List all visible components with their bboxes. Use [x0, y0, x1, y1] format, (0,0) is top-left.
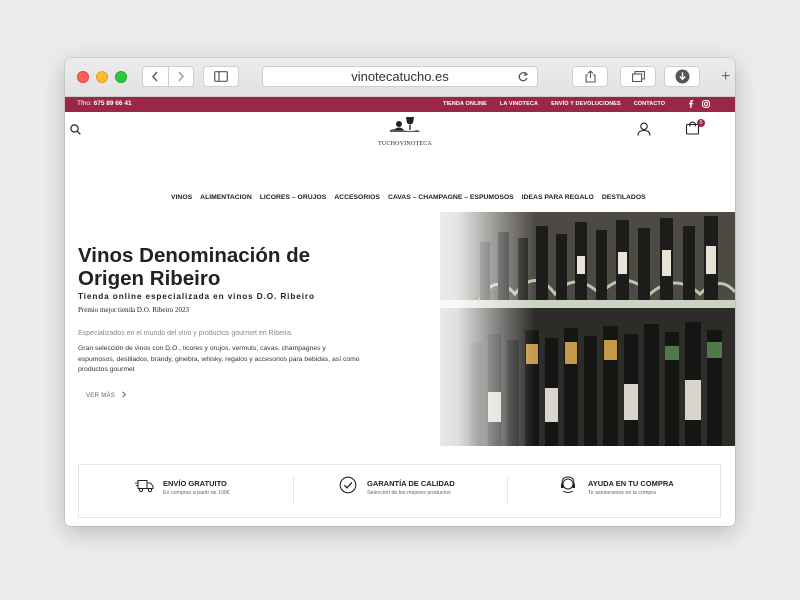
top-link-tienda-online[interactable]: TIENDA ONLINE — [443, 101, 487, 107]
wine-glass-logo-icon — [390, 117, 420, 132]
downloads-button[interactable] — [664, 66, 700, 87]
facebook-icon[interactable] — [688, 100, 694, 108]
new-tab-button[interactable]: + — [721, 68, 730, 86]
menu-item-alimentacion[interactable]: ALIMENTACION — [200, 194, 252, 201]
site-logo[interactable]: TUCHOVINOTECA — [375, 116, 435, 147]
top-info-bar: Tfno: 675 89 66 41 TIENDA ONLINE LA VINO… — [65, 97, 735, 112]
phone-info: Tfno: 675 89 66 41 — [77, 100, 132, 107]
address-bar[interactable]: vinotecatucho.es — [262, 66, 538, 87]
menu-item-licores-orujos[interactable]: LICORES – ORUJOS — [260, 194, 326, 201]
share-button[interactable] — [572, 66, 608, 87]
browser-window: vinotecatucho.es + Tfno: 675 89 66 41 TI… — [65, 58, 735, 526]
site-header: TUCHOVINOTECA 0 — [65, 112, 735, 158]
social-links — [688, 100, 710, 108]
feature-subtitle: Te asesoramos en la compra — [588, 490, 657, 496]
sidebar-toggle-button[interactable] — [203, 66, 239, 87]
support-headset-icon — [561, 476, 575, 493]
feature-subtitle: Selección de los mejores productos — [367, 490, 451, 496]
feature-subtitle: En compras a partir de 100€ — [163, 490, 230, 496]
feature-title: AYUDA EN TU COMPRA — [588, 479, 674, 488]
search-icon[interactable] — [70, 124, 81, 135]
back-button[interactable] — [143, 67, 168, 86]
browser-toolbar: vinotecatucho.es + — [65, 58, 735, 97]
menu-item-cavas[interactable]: CAVAS – CHAMPAGNE – ESPUMOSOS — [388, 194, 514, 201]
hero-description: Gran selección de vinos con D.O., licore… — [78, 345, 360, 373]
tabs-icon — [631, 71, 645, 82]
phone-number[interactable]: 675 89 66 41 — [94, 100, 132, 107]
download-icon — [675, 69, 689, 84]
phone-label: Tfno: — [77, 100, 92, 107]
forward-button[interactable] — [167, 67, 194, 86]
share-icon — [584, 70, 596, 83]
url-text: vinotecatucho.es — [351, 69, 449, 84]
cart-count-badge: 0 — [697, 119, 705, 127]
hero-photo-fade — [395, 212, 535, 446]
reload-icon[interactable] — [517, 70, 529, 83]
tabs-overview-button[interactable] — [620, 66, 656, 87]
feature-title: ENVÍO GRATUITO — [163, 479, 227, 488]
feature-title: GARANTÍA DE CALIDAD — [367, 479, 455, 488]
delivery-truck-icon — [135, 480, 154, 493]
hero-award: Premio mejor tienda D.O. Ribeiro 2023 — [78, 306, 190, 314]
top-links: TIENDA ONLINE LA VINOTECA ENVÍO Y DEVOLU… — [443, 101, 678, 107]
hero-subtitle: Tienda online especializada en vinos D.O… — [78, 292, 315, 301]
chevron-left-icon — [152, 71, 158, 82]
ver-mas-label: VER MÁS — [86, 393, 116, 399]
chevron-right-icon — [122, 391, 127, 398]
main-navigation: VINOS ALIMENTACION LICORES – ORUJOS ACCE… — [171, 194, 654, 201]
sidebar-icon — [214, 71, 228, 82]
web-page: Tfno: 675 89 66 41 TIENDA ONLINE LA VINO… — [65, 97, 735, 526]
back-forward-group — [142, 66, 194, 87]
feature-divider — [507, 477, 508, 505]
logo-text: TUCHOVINOTECA — [378, 141, 432, 147]
minimize-window-button[interactable] — [96, 71, 108, 83]
instagram-icon[interactable] — [702, 100, 710, 108]
menu-item-vinos[interactable]: VINOS — [171, 194, 192, 201]
hero-banner: Vinos Denominación de Origen Ribeiro Tie… — [65, 212, 735, 446]
user-account-icon[interactable] — [637, 122, 651, 136]
menu-item-ideas-regalo[interactable]: IDEAS PARA REGALO — [522, 194, 594, 201]
top-link-la-vinoteca[interactable]: LA VINOTECA — [500, 101, 538, 107]
top-link-contacto[interactable]: CONTACTO — [634, 101, 665, 107]
maximize-window-button[interactable] — [115, 71, 127, 83]
feature-divider — [293, 477, 294, 505]
check-circle-icon — [339, 476, 357, 494]
ver-mas-link[interactable]: VER MÁS — [86, 391, 127, 399]
top-link-envio-devoluciones[interactable]: ENVÍO Y DEVOLUCIONES — [551, 101, 621, 107]
hero-title: Vinos Denominación de Origen Ribeiro — [78, 244, 310, 290]
hero-intro: Especializados en el mundo del vino y pr… — [78, 330, 293, 337]
chevron-right-icon — [178, 71, 184, 82]
features-strip: ENVÍO GRATUITO En compras a partir de 10… — [78, 464, 721, 518]
menu-item-destilados[interactable]: DESTILADOS — [602, 194, 646, 201]
menu-item-accesorios[interactable]: ACCESORIOS — [334, 194, 380, 201]
close-window-button[interactable] — [77, 71, 89, 83]
